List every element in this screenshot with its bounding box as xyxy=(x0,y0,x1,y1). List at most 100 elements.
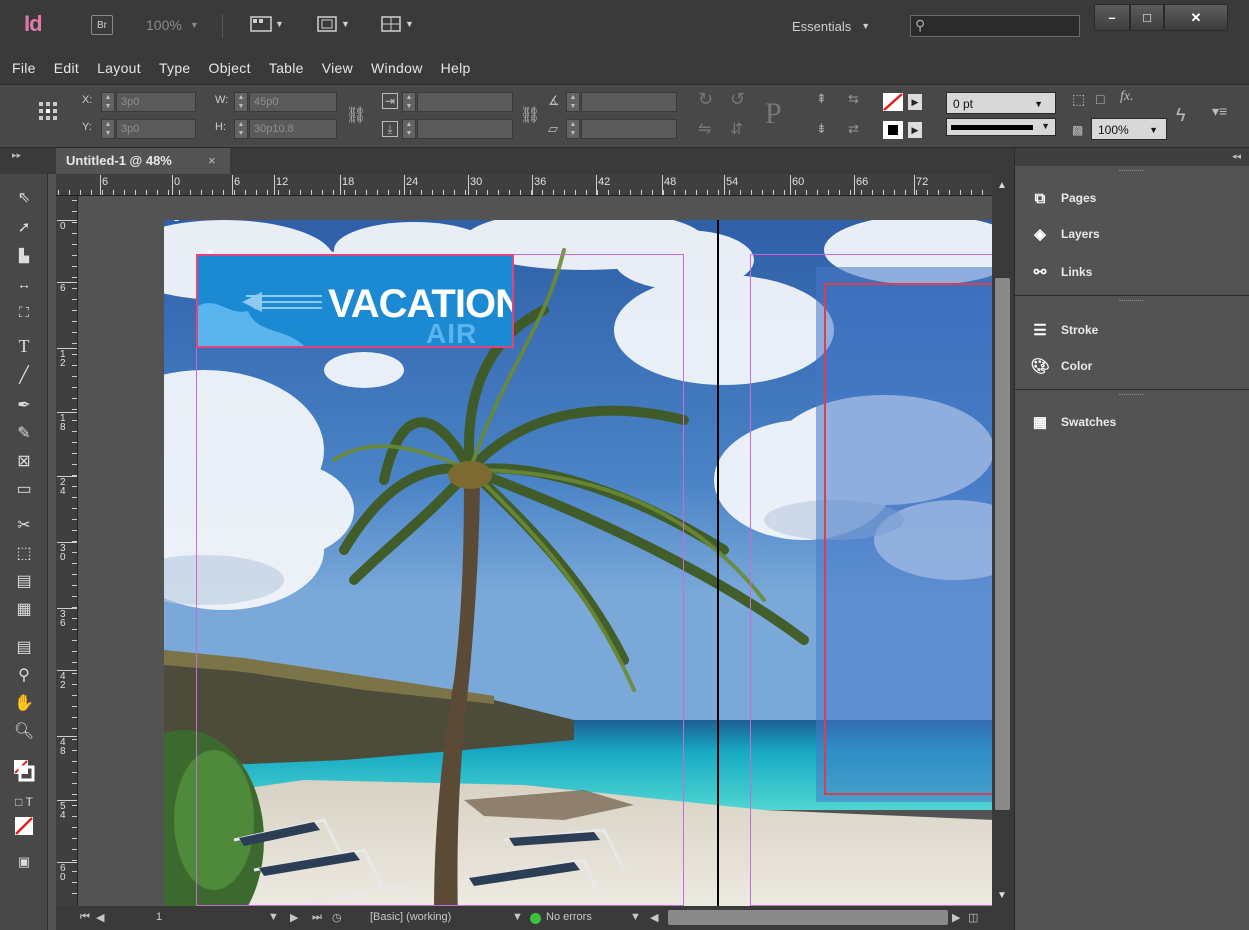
rotate-clockwise-icon[interactable]: ↻ xyxy=(698,89,713,110)
first-spread-icon[interactable]: ⏮ xyxy=(80,911,90,924)
vacation-air-logo-frame[interactable]: VACATION AIR xyxy=(196,254,514,348)
panel-color[interactable]: 🎨︎ Color xyxy=(1029,354,1092,378)
menu-file[interactable]: File xyxy=(6,60,42,76)
fill-stroke-swatch-icon[interactable] xyxy=(10,758,38,782)
stroke-dropdown[interactable]: ▶ xyxy=(908,122,922,138)
select-previous-icon[interactable]: ⇆ xyxy=(848,91,859,107)
panel-grip[interactable] xyxy=(1119,300,1143,303)
view-options-dropdown[interactable]: ▼ xyxy=(250,15,284,33)
rectangle-frame-tool-icon[interactable]: ⊠ xyxy=(10,450,38,474)
w-stepper[interactable]: ▲ ▼ xyxy=(234,92,248,112)
menu-help[interactable]: Help xyxy=(435,60,477,76)
pen-tool-icon[interactable]: ✒ xyxy=(10,394,38,418)
previous-page-icon[interactable]: ◀ xyxy=(96,911,104,924)
rectangle-tool-icon[interactable]: ▭ xyxy=(10,478,38,502)
preflight-menu-icon[interactable]: ▼ xyxy=(630,911,641,923)
close-tab-icon[interactable]: × xyxy=(208,148,216,174)
menu-layout[interactable]: Layout xyxy=(91,60,147,76)
panel-menu-icon[interactable]: ▾≡ xyxy=(1212,103,1227,120)
scroll-up-icon[interactable]: ▲ xyxy=(997,180,1007,191)
zoom-tool-icon[interactable]: 🔍︎ xyxy=(10,720,38,744)
effects-fx-icon[interactable]: fx. xyxy=(1120,89,1134,105)
page-dropdown-icon[interactable]: ▼ xyxy=(268,911,279,923)
link-icon[interactable]: ⚭ xyxy=(172,220,181,226)
maximize-button[interactable]: □ xyxy=(1130,4,1164,31)
eyedropper-tool-icon[interactable]: ⚲ xyxy=(10,664,38,688)
quick-apply-icon[interactable]: ϟ xyxy=(1176,105,1186,126)
y-stepper[interactable]: ▲ ▼ xyxy=(101,119,115,139)
flip-vertical-icon[interactable]: ⇵ xyxy=(730,119,743,139)
h-stepper[interactable]: ▲ ▼ xyxy=(234,119,248,139)
constrain-scale-icon[interactable]: ⛓ xyxy=(520,105,540,125)
vertical-scrollbar[interactable]: ▲ ▼ xyxy=(992,174,1014,906)
hand-tool-icon[interactable]: ✋ xyxy=(10,692,38,716)
rotation-stepper[interactable]: ▲ ▼ xyxy=(566,92,580,112)
type-tool-icon[interactable]: T xyxy=(10,334,38,358)
formatting-affects-container-icon[interactable]: □ T xyxy=(10,790,38,814)
drop-shadow-icon[interactable]: ⬚ xyxy=(1072,91,1085,108)
stroke-weight-field[interactable]: 0 pt ▼ xyxy=(946,92,1056,114)
frame-icon[interactable]: □ xyxy=(1096,91,1104,107)
fill-dropdown[interactable]: ▶ xyxy=(908,94,922,110)
x-position-field[interactable]: 3p0 xyxy=(116,92,196,112)
menu-type[interactable]: Type xyxy=(153,60,197,76)
fill-none-icon[interactable] xyxy=(882,92,904,115)
shear-angle-field[interactable] xyxy=(581,119,677,139)
gradient-swatch-tool-icon[interactable]: ▤ xyxy=(10,570,38,594)
preflight-dropdown-icon[interactable]: ▼ xyxy=(512,911,523,923)
horizontal-scrollbar-thumb[interactable] xyxy=(668,910,948,925)
collapse-tools-icon[interactable]: ▸▸ xyxy=(12,150,21,161)
pencil-tool-icon[interactable]: ✎ xyxy=(10,422,38,446)
screen-mode-icon[interactable]: ▣ xyxy=(10,850,38,874)
rotation-angle-field[interactable] xyxy=(581,92,677,112)
document-tab[interactable]: Untitled-1 @ 48% × xyxy=(56,148,230,174)
scale-y-field[interactable] xyxy=(417,119,513,139)
content-collector-icon[interactable]: ⛶ xyxy=(10,300,38,324)
y-position-field[interactable]: 3p0 xyxy=(116,119,196,139)
free-transform-tool-icon[interactable]: ⬚ xyxy=(10,542,38,566)
collapse-panels-icon[interactable]: ◂◂ xyxy=(1232,151,1241,162)
line-tool-icon[interactable]: ╱ xyxy=(10,364,38,388)
panel-links[interactable]: ⚯ Links xyxy=(1029,260,1093,284)
scale-y-stepper[interactable]: ▲ ▼ xyxy=(402,119,416,139)
height-field[interactable]: 30p10.8 xyxy=(249,119,337,139)
menu-edit[interactable]: Edit xyxy=(48,60,85,76)
scrollbar-thumb[interactable] xyxy=(995,278,1010,810)
close-button[interactable]: ✕ xyxy=(1164,4,1228,31)
selection-tool-icon[interactable]: ⇖ xyxy=(10,186,38,210)
link-icon[interactable]: ⚭ xyxy=(206,246,215,259)
menu-window[interactable]: Window xyxy=(365,60,429,76)
panel-layers[interactable]: ◈ Layers xyxy=(1029,222,1099,246)
split-window-icon[interactable]: ◫ xyxy=(968,911,978,924)
stroke-color-icon[interactable] xyxy=(882,120,904,143)
constrain-proportions-icon[interactable]: ⛓ xyxy=(346,105,366,125)
scroll-down-icon[interactable]: ▼ xyxy=(997,890,1007,901)
scroll-right-icon[interactable]: ▶ xyxy=(952,911,960,924)
apply-none-icon[interactable] xyxy=(10,816,38,840)
scale-x-stepper[interactable]: ▲ ▼ xyxy=(402,92,416,112)
go-to-bridge-button[interactable]: Br xyxy=(91,15,113,35)
menu-view[interactable]: View xyxy=(316,60,359,76)
stroke-type-dropdown[interactable]: ▼ xyxy=(946,118,1056,136)
next-page-icon[interactable]: ▶ xyxy=(290,911,298,924)
x-stepper[interactable]: ▲ ▼ xyxy=(101,92,115,112)
scale-x-field[interactable] xyxy=(417,92,513,112)
reference-point-icon[interactable] xyxy=(38,101,58,124)
panel-pages[interactable]: ⧉ Pages xyxy=(1029,186,1097,210)
arrange-documents-dropdown[interactable]: ▼ xyxy=(380,15,414,33)
select-content-icon[interactable]: ⇟ xyxy=(816,121,827,137)
last-spread-icon[interactable]: ⏭ xyxy=(312,911,322,924)
scissors-tool-icon[interactable]: ✂ xyxy=(10,514,38,538)
panel-grip[interactable] xyxy=(1119,170,1143,173)
note-tool-icon[interactable]: ▤ xyxy=(10,636,38,660)
page-tool-icon[interactable]: ▙ xyxy=(10,244,38,268)
page-number-field[interactable]: 1 xyxy=(156,911,162,923)
workspace-switcher[interactable]: Essentials ▼ xyxy=(782,14,894,38)
opacity-field[interactable]: 100% ▼ xyxy=(1091,118,1167,140)
page-spread[interactable]: VACATION AIR ⚭ ⚭ xyxy=(164,220,992,906)
direct-selection-tool-icon[interactable]: ➚ xyxy=(10,216,38,240)
select-container-icon[interactable]: ⇞ xyxy=(816,91,827,107)
select-next-icon[interactable]: ⇄ xyxy=(848,121,859,137)
menu-object[interactable]: Object xyxy=(203,60,257,76)
pasteboard[interactable]: VACATION AIR ⚭ ⚭ xyxy=(79,197,992,906)
